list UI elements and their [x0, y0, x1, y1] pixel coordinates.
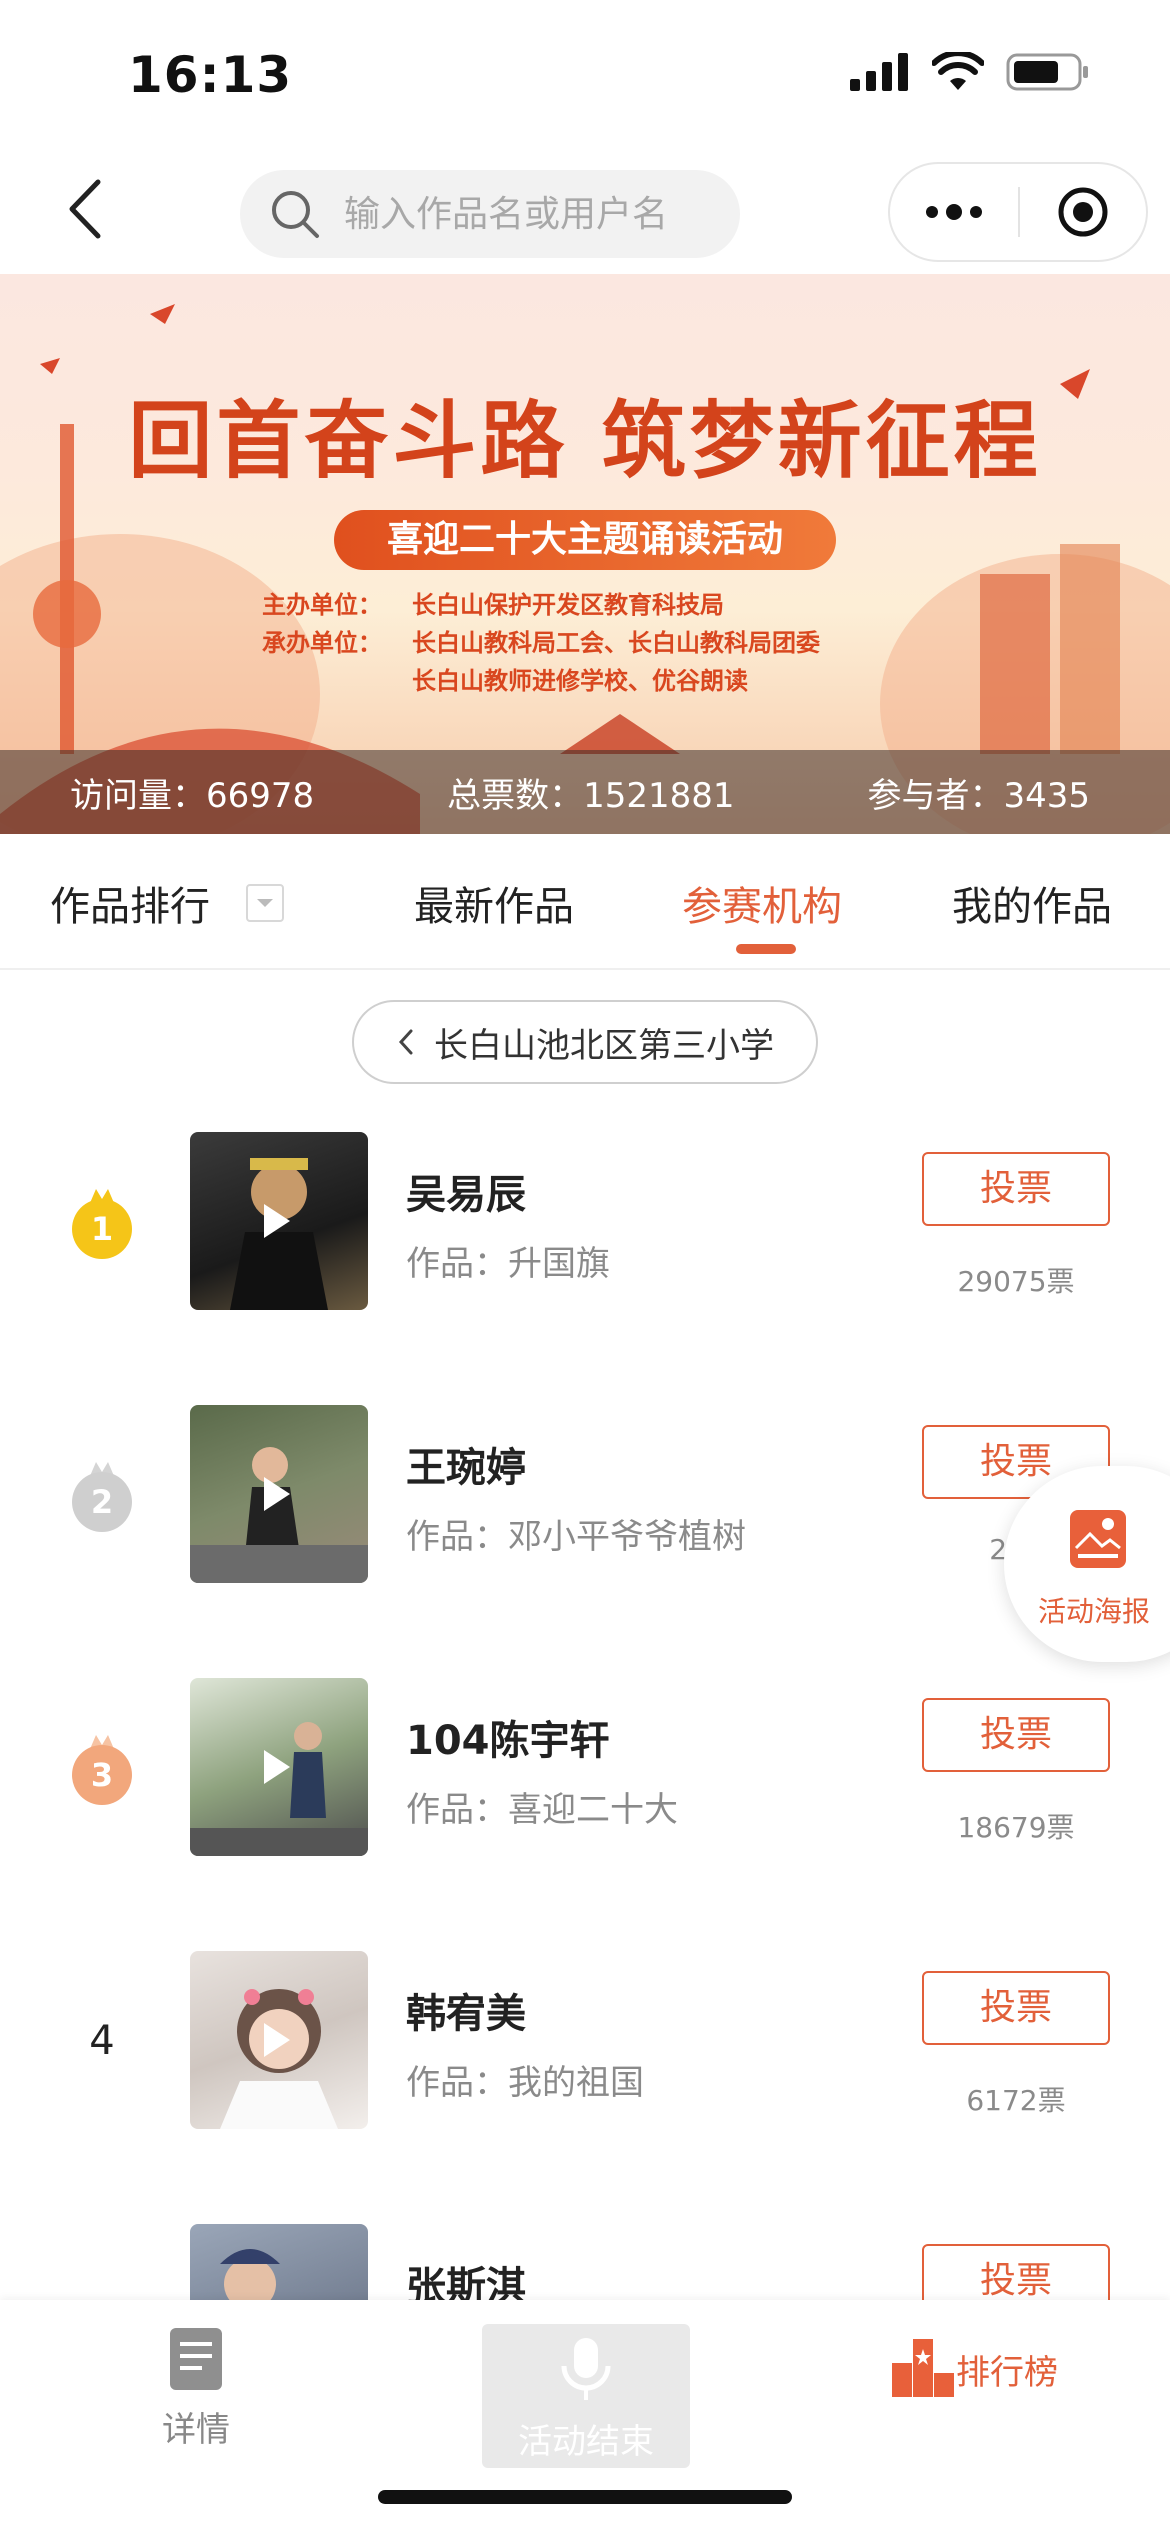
organizer-row: 主办单位： 长白山保护开发区教育科技局: [262, 586, 820, 624]
work-title: 作品：升国旗: [406, 1244, 610, 1284]
participant-count: 参与者：3435: [867, 775, 1090, 816]
play-icon: [264, 1477, 290, 1511]
poster-label: 活动海报: [1038, 1595, 1151, 1628]
tab-my-works[interactable]: 我的作品: [952, 874, 1112, 932]
cellular-signal-icon: [850, 53, 908, 91]
banner-organizers: 主办单位： 长白山保护开发区教育科技局 承办单位： 长白山教科局工会、长白山教科局团…: [262, 586, 820, 700]
work-title: 作品：我的祖国: [406, 2063, 644, 2103]
rank-number: 3: [72, 1745, 132, 1805]
organizer-value: 长白山保护开发区教育科技局: [412, 591, 724, 619]
bottom-tab-detail[interactable]: 详情: [96, 2326, 296, 2451]
rank-number: 4: [89, 2018, 115, 2064]
ranking-row[interactable]: 3 104陈宇轩 作品：喜迎二十大 投票 18679票: [0, 1678, 1170, 1858]
video-thumbnail[interactable]: [190, 1678, 368, 1856]
vote-button[interactable]: 投票: [922, 1698, 1110, 1772]
active-tab-indicator: [736, 944, 796, 954]
search-icon: [272, 191, 319, 238]
organizer-key: [262, 662, 412, 700]
rank-badge: 2: [66, 1455, 138, 1535]
search-input[interactable]: [344, 193, 724, 235]
bottom-tab-ended-label: 活动结束: [518, 2422, 654, 2462]
vote-count: 6172票: [966, 2084, 1066, 2117]
participant-name: 王琬婷: [406, 1445, 526, 1491]
status-time: 16:13: [128, 46, 293, 104]
activity-banner: 回首奋斗路 筑梦新征程 喜迎二十大主题诵读活动 主办单位： 长白山保护开发区教育科…: [0, 274, 1170, 834]
tab-ranking[interactable]: 作品排行: [50, 874, 210, 932]
chevron-left-icon: [69, 179, 101, 239]
organizer-row: 承办单位： 长白山教科局工会、长白山教科局团委: [262, 624, 820, 662]
participant-name: 吴易辰: [406, 1172, 526, 1218]
bottom-tab-detail-label: 详情: [162, 2410, 230, 2450]
bottom-tab-ranking-label: 排行榜: [956, 2352, 1058, 2393]
ranking-podium-icon: [892, 2339, 954, 2397]
ranking-row[interactable]: 4 韩宥美 作品：我的祖国 投票 6172票: [0, 1951, 1170, 2131]
video-thumbnail[interactable]: [190, 1405, 368, 1583]
participant-name: 韩宥美: [406, 1991, 526, 2037]
more-dots-icon: [926, 204, 982, 220]
bottom-tab-ranking[interactable]: 排行榜: [874, 2326, 1074, 2406]
play-icon: [264, 1204, 290, 1238]
rank-number: 1: [72, 1199, 132, 1259]
microphone-icon: [561, 2338, 611, 2400]
tab-bar: 作品排行 最新作品 参赛机构 我的作品: [0, 834, 1170, 970]
total-votes: 总票数：1521881: [447, 775, 735, 816]
tab-latest[interactable]: 最新作品: [414, 874, 574, 932]
organizer-value: 长白山教科局工会、长白山教科局团委: [412, 629, 820, 657]
ranking-dropdown[interactable]: [246, 884, 284, 922]
wifi-icon: [932, 52, 984, 90]
video-thumbnail[interactable]: [190, 1951, 368, 2129]
organizer-value: 长白山教师进修学校、优谷朗读: [412, 667, 748, 695]
bottom-tab-activity-ended[interactable]: 活动结束: [482, 2324, 690, 2468]
stats-bar: 访问量：66978 总票数：1521881 参与者：3435: [0, 750, 1170, 834]
silver-medal-icon: 2: [70, 1458, 134, 1532]
play-icon: [264, 1750, 290, 1784]
ranking-row[interactable]: 1 吴易辰 作品：升国旗 投票 29075票: [0, 1132, 1170, 1312]
target-icon: [1058, 187, 1108, 237]
status-icons: [850, 52, 1090, 92]
status-bar: 16:13: [0, 0, 1170, 150]
banner-title: 回首奋斗路 筑梦新征程: [128, 391, 1042, 490]
video-thumbnail[interactable]: [190, 1132, 368, 1310]
banner-subtitle: 喜迎二十大主题诵读活动: [334, 510, 836, 570]
battery-icon: [1006, 53, 1088, 91]
back-button[interactable]: [58, 174, 118, 244]
nav-bar: [0, 150, 1170, 274]
vote-count: 29075票: [957, 1265, 1075, 1298]
vote-button[interactable]: 投票: [922, 1971, 1110, 2045]
work-title: 作品：邓小平爷爷植树: [406, 1517, 746, 1557]
institution-filter[interactable]: 长白山池北区第三小学: [352, 1000, 818, 1084]
home-indicator: [378, 2490, 792, 2504]
vote-button[interactable]: 投票: [922, 1152, 1110, 1226]
rank-badge: 3: [66, 1728, 138, 1808]
vote-count: 18679票: [957, 1811, 1075, 1844]
institution-name: 长白山池北区第三小学: [434, 1025, 774, 1066]
caret-down-icon: [257, 899, 273, 907]
bronze-medal-icon: 3: [70, 1731, 134, 1805]
organizer-key: 主办单位：: [262, 591, 382, 619]
ranking-row[interactable]: 2 王琬婷 作品：邓小平爷爷植树 投票 237: [0, 1405, 1170, 1585]
mini-program-capsule: [888, 162, 1148, 262]
close-miniprogram-button[interactable]: [1020, 164, 1146, 260]
more-button[interactable]: [890, 164, 1018, 260]
rank-number: 2: [72, 1472, 132, 1532]
search-box[interactable]: [240, 170, 740, 258]
organizer-key: 承办单位：: [262, 629, 382, 657]
chevron-left-icon: [398, 1029, 413, 1055]
rank-badge: 1: [66, 1182, 138, 1262]
poster-image-icon: [1070, 1510, 1126, 1568]
gold-medal-icon: 1: [70, 1185, 134, 1259]
document-icon: [170, 2328, 222, 2390]
tab-institutions[interactable]: 参赛机构: [682, 874, 842, 932]
participant-name: 104陈宇轩: [406, 1718, 610, 1764]
organizer-row: 长白山教师进修学校、优谷朗读: [262, 662, 820, 700]
work-title: 作品：喜迎二十大: [406, 1790, 678, 1830]
play-icon: [264, 2023, 290, 2057]
visit-count: 访问量：66978: [70, 775, 315, 816]
